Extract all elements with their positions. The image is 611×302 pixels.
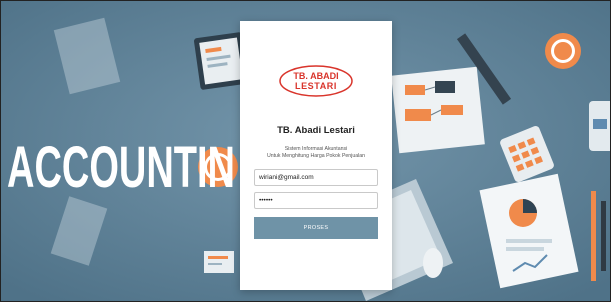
subtitle-line-1: Sistem Informasi Akuntansi: [284, 146, 348, 152]
phone-icon: [589, 101, 610, 151]
flowchart-paper-icon: [391, 66, 485, 154]
page-title: TB. Abadi Lestari: [277, 125, 355, 136]
email-field[interactable]: [254, 169, 378, 186]
notebook-icon: [204, 251, 234, 273]
submit-button[interactable]: PROSES: [254, 217, 378, 239]
headline-text: ACCOUNTIN: [7, 135, 235, 200]
login-card: TB. ABADI LESTARI TB. Abadi Lestari Sist…: [240, 21, 392, 290]
subtitle-line-2: Untuk Menghitung Harga Pokok Penjualan: [266, 153, 366, 159]
mouse-icon: [423, 248, 443, 278]
logo-line1: TB. ABADI: [293, 71, 338, 81]
coffee-cup-right-icon: [545, 33, 581, 69]
company-logo: TB. ABADI LESTARI: [279, 65, 353, 97]
logo-line2: LESTARI: [295, 81, 337, 91]
screenshot-frame: ACCOUNTIN TB. ABADI LESTARI TB. Abadi Le…: [0, 0, 611, 302]
app-subtitle: Sistem Informasi Akuntansi Untuk Menghit…: [240, 146, 392, 160]
password-field[interactable]: [254, 192, 378, 209]
